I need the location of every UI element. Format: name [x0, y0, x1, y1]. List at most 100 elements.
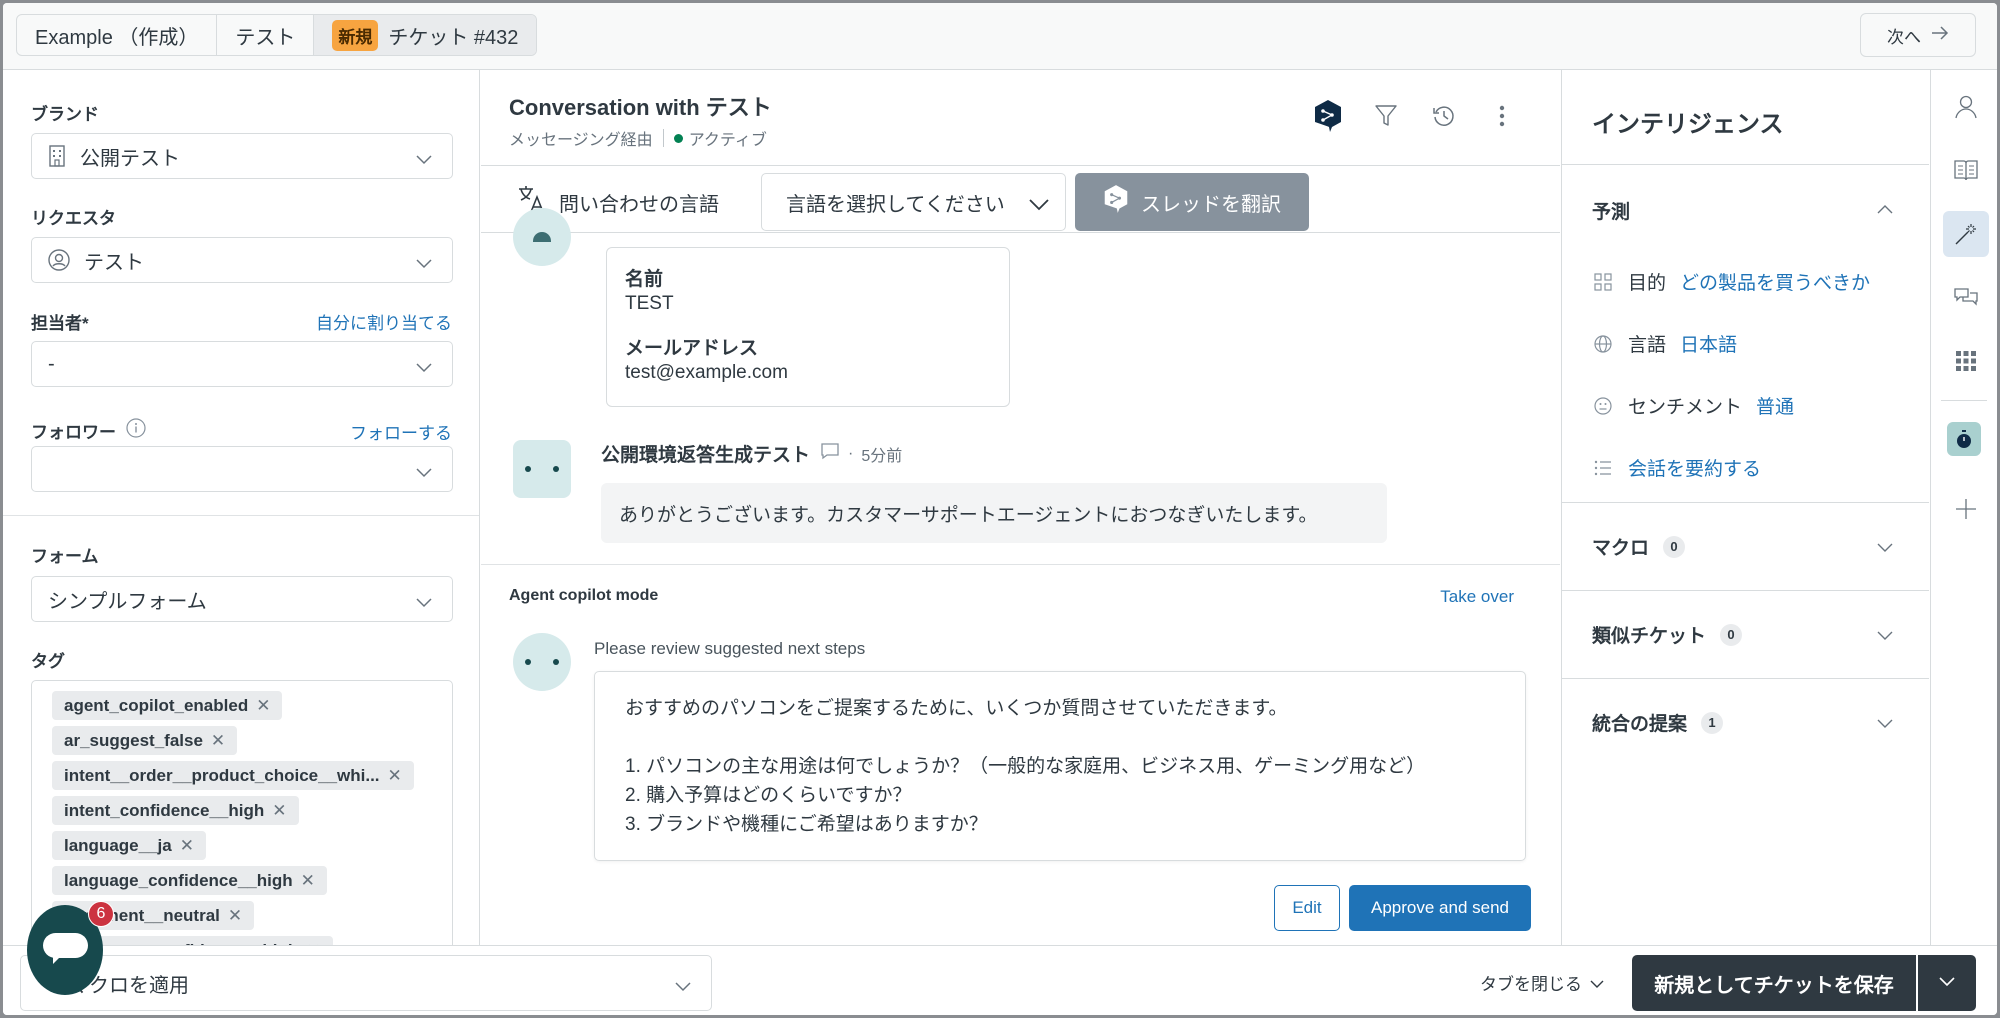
user-icon[interactable] — [1943, 84, 1989, 130]
suggestion-blank-line — [625, 723, 1495, 752]
conversation-header: Conversation with テスト メッセージング経由 アクティブ — [481, 70, 1560, 166]
tag-text: agent_copilot_enabled — [64, 695, 249, 715]
count-badge: 0 — [1720, 623, 1743, 646]
save-options-dropdown[interactable] — [1918, 955, 1976, 1011]
requester-select[interactable]: テスト — [31, 237, 453, 283]
prediction-section-toggle[interactable]: 予測 — [1592, 197, 1630, 224]
approve-and-send-button[interactable]: Approve and send — [1349, 885, 1531, 931]
neutral-face-icon — [1592, 396, 1614, 415]
building-icon — [48, 145, 66, 167]
timer-app-icon[interactable] — [1947, 422, 1981, 456]
tag-text: intent__order__product_choice__whi... — [64, 765, 380, 785]
remove-tag-icon[interactable]: ✕ — [301, 871, 315, 891]
filter-icon[interactable] — [1370, 100, 1402, 132]
dot-separator: · — [848, 444, 854, 462]
remove-tag-icon[interactable]: ✕ — [180, 836, 194, 856]
translate-thread-button[interactable]: スレッドを翻訳 — [1075, 173, 1309, 231]
chevron-down-icon — [1590, 973, 1604, 993]
message-time: 5分前 — [861, 447, 903, 465]
assignee-select[interactable]: - — [31, 341, 453, 387]
divider — [1562, 678, 1929, 679]
top-bar: Example （作成） テスト 新規 チケット #432 次へ — [3, 3, 1997, 70]
chevron-down-icon[interactable] — [1877, 628, 1893, 646]
info-icon[interactable] — [126, 418, 146, 443]
add-icon[interactable] — [1943, 486, 1989, 532]
divider — [1941, 400, 1987, 401]
remove-tag-icon[interactable]: ✕ — [256, 696, 270, 716]
tab-example[interactable]: Example （作成） — [17, 15, 218, 55]
chevron-down-icon[interactable] — [1877, 716, 1893, 734]
chevron-down-icon — [416, 591, 432, 614]
remove-tag-icon[interactable]: ✕ — [228, 906, 242, 926]
bot-message-meta: · 5分前 — [820, 442, 902, 466]
magic-wand-icon[interactable] — [1943, 211, 1989, 257]
form-label: フォーム — [31, 547, 99, 566]
count-badge: 0 — [1663, 535, 1686, 558]
history-icon[interactable] — [1428, 100, 1460, 132]
chevron-up-icon[interactable] — [1877, 201, 1893, 219]
tag-text: ar_suggest_false — [64, 730, 203, 750]
follow-link[interactable]: フォローする — [350, 419, 452, 444]
prediction-value[interactable]: どの製品を買うべきか — [1680, 268, 1870, 295]
merge-suggestions-section-toggle[interactable]: 統合の提案 1 — [1592, 709, 1724, 736]
language-select[interactable]: 言語を選択してください — [761, 173, 1066, 231]
close-tab-button[interactable]: タブを閉じる — [1480, 970, 1604, 995]
apply-macro-select[interactable]: マクロを適用 — [20, 955, 712, 1011]
intelligence-title: インテリジェンス — [1592, 111, 1784, 138]
form-select[interactable]: シンプルフォーム — [31, 576, 453, 622]
form-value: シンプルフォーム — [48, 590, 207, 613]
status-dot — [673, 133, 683, 143]
edit-button[interactable]: Edit — [1274, 885, 1340, 931]
next-label: 次へ — [1887, 27, 1921, 47]
next-button[interactable]: 次へ — [1860, 13, 1976, 57]
brand-label: ブランド — [31, 105, 99, 124]
conversation-subtitle: メッセージング経由 アクティブ — [509, 126, 767, 150]
deepl-icon[interactable] — [1312, 100, 1344, 132]
tab-ticket-432[interactable]: 新規 チケット #432 — [314, 15, 537, 55]
globe-icon — [1592, 334, 1614, 353]
more-options-icon[interactable] — [1486, 100, 1518, 132]
conversations-icon[interactable] — [1943, 275, 1989, 321]
prediction-value[interactable]: 普通 — [1756, 392, 1794, 419]
agent-copilot-section: Agent copilot mode Take over Please revi… — [481, 564, 1560, 945]
prediction-title: 予測 — [1592, 202, 1631, 223]
save-ticket-button[interactable]: 新規としてチケットを保存 — [1632, 955, 1916, 1011]
prediction-value[interactable]: 日本語 — [1680, 330, 1737, 357]
copilot-title: Agent copilot mode — [509, 587, 659, 604]
knowledge-book-icon[interactable] — [1943, 147, 1989, 193]
prediction-sentiment: センチメント 普通 — [1592, 392, 1794, 419]
followers-label-row: フォロワー — [31, 418, 146, 443]
assignee-value: - — [48, 352, 55, 375]
header-actions — [1312, 100, 1518, 132]
bot-message-header: 公開環境返答生成テスト · 5分前 — [601, 440, 902, 467]
brand-select[interactable]: 公開テスト — [31, 133, 453, 179]
language-select-text: 言語を選択してください — [786, 193, 1005, 216]
bot-message-bubble: ありがとうございます。カスタマーサポートエージェントにおつなぎいたします。 — [601, 483, 1387, 543]
section-title: 類似チケット — [1592, 626, 1707, 647]
chat-bubble-tail — [53, 957, 60, 964]
tag-chip: language__ja ✕ — [52, 831, 206, 860]
chevron-down-icon — [416, 148, 432, 171]
similar-tickets-section-toggle[interactable]: 類似チケット 0 — [1592, 621, 1743, 648]
suggestion-line: 1. パソコンの主な用途は何でしょうか？（一般的な家庭用、ビジネス用、ゲーミング… — [625, 756, 1426, 777]
tab-test[interactable]: テスト — [217, 15, 315, 55]
summarize-conversation-link[interactable]: 会話を要約する — [1628, 454, 1761, 481]
take-over-link[interactable]: Take over — [1440, 587, 1514, 607]
comment-icon — [820, 442, 840, 465]
new-badge: 新規 — [332, 19, 379, 51]
remove-tag-icon[interactable]: ✕ — [388, 766, 402, 786]
conversation-title: Conversation with テスト — [509, 95, 772, 120]
chevron-down-icon[interactable] — [1877, 540, 1893, 558]
followers-select[interactable] — [31, 446, 453, 492]
divider — [1562, 164, 1929, 165]
suggestion-line: おすすめのパソコンをご提案するために、いくつか質問させていただきます。 — [625, 698, 1288, 719]
requester-value: テスト — [84, 251, 144, 274]
tag-chip: intent__order__product_choice__whi... ✕ — [52, 761, 414, 790]
macros-section-toggle[interactable]: マクロ 0 — [1592, 533, 1686, 560]
apps-grid-icon[interactable] — [1943, 338, 1989, 384]
assign-to-me-link[interactable]: 自分に割り当てる — [316, 309, 452, 334]
tag-chip: intent_confidence__high ✕ — [52, 796, 299, 825]
remove-tag-icon[interactable]: ✕ — [272, 801, 286, 821]
remove-tag-icon[interactable]: ✕ — [211, 731, 225, 751]
chevron-down-icon — [416, 252, 432, 275]
